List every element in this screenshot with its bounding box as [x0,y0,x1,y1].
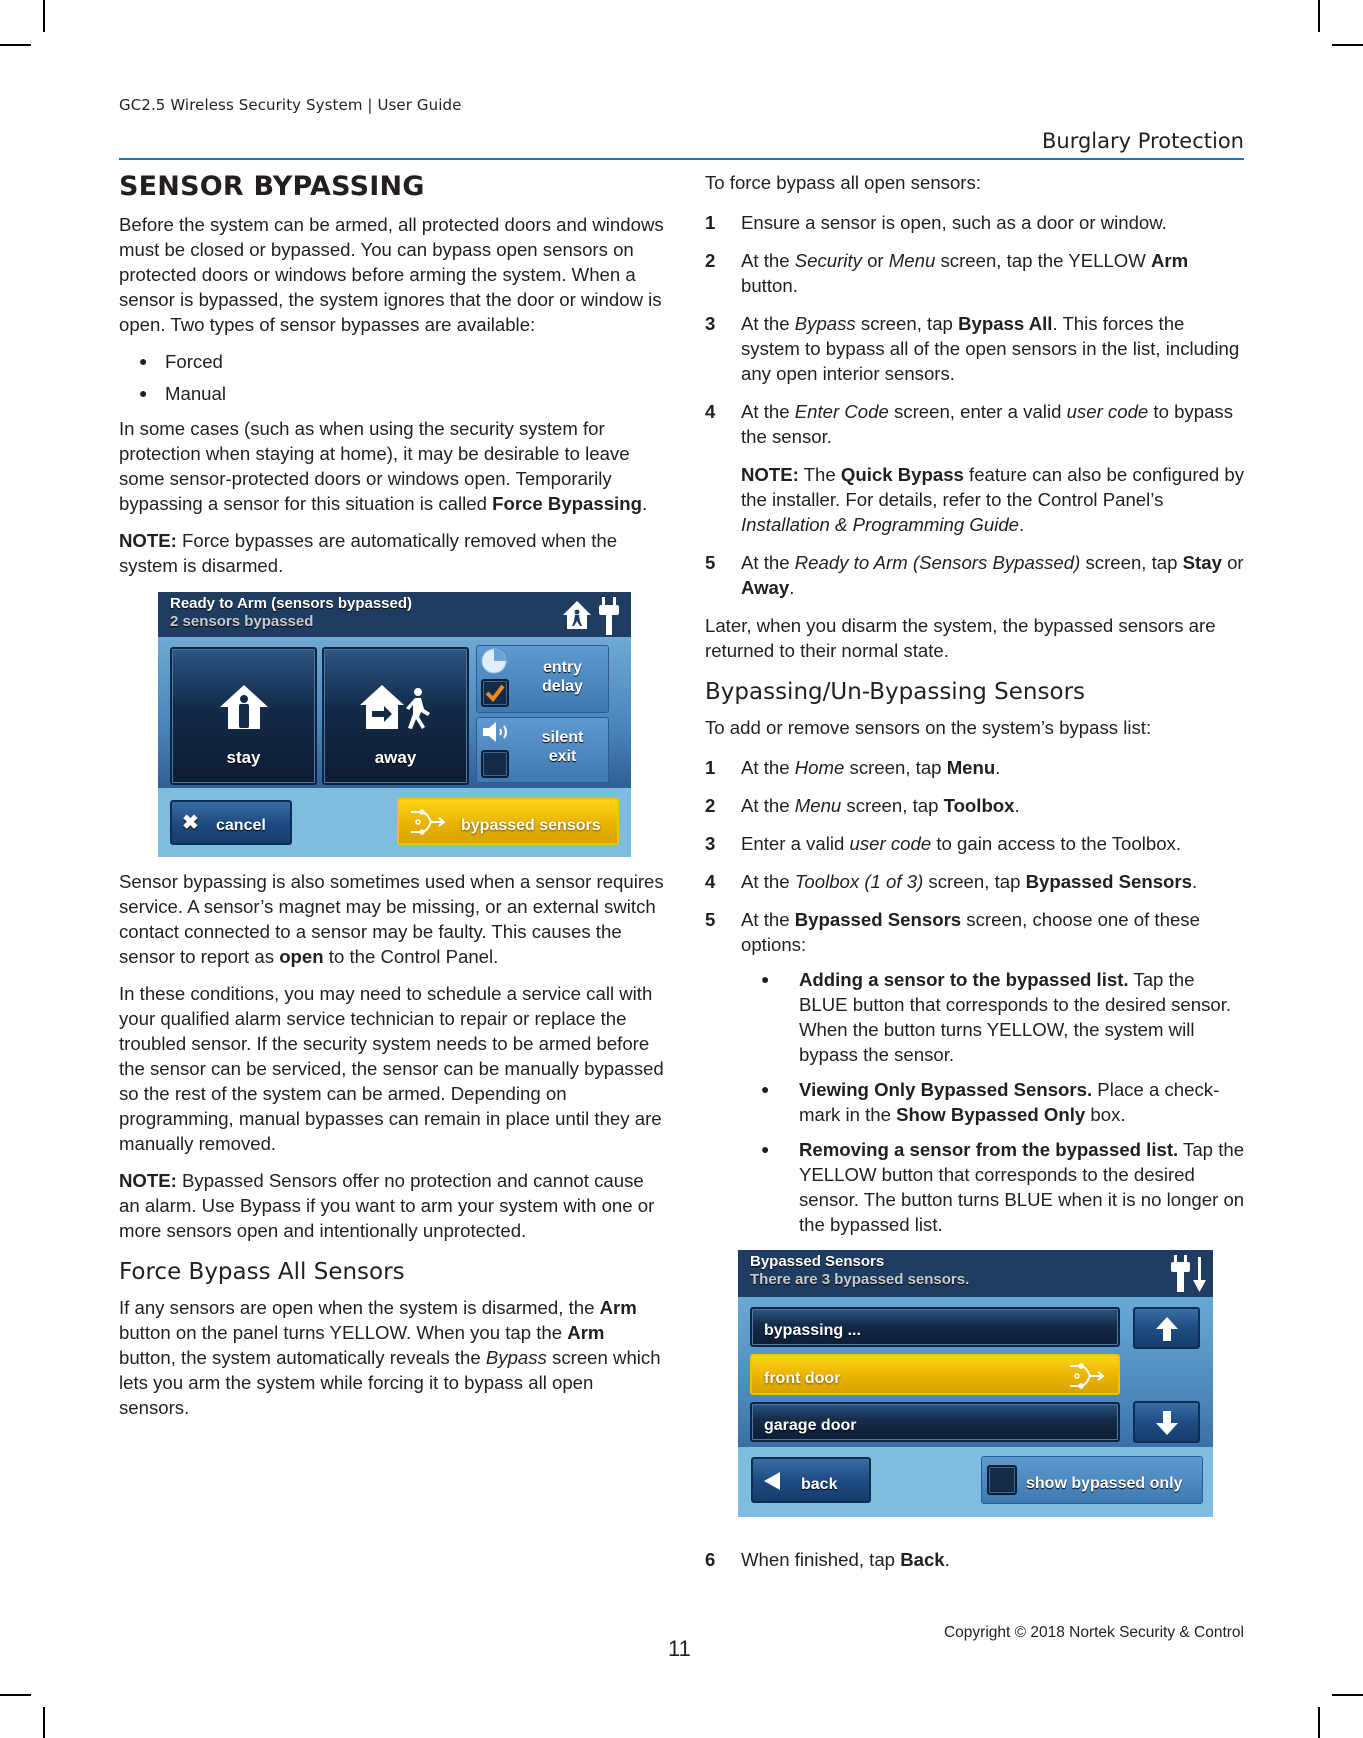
left-column: SENSOR BYPASSING Before the system can b… [119,170,664,1432]
panel-title: Ready to Arm (sensors bypassed) [170,595,413,612]
show-bypassed-only-toggle[interactable]: show bypassed only [981,1456,1203,1504]
close-icon: ✖ [182,812,199,834]
option-item: Adding a sensor to the bypassed list. Ta… [761,967,1245,1067]
stay-label: stay [226,748,261,767]
arm-mode-area: stay away entry delay silent exit [158,637,631,788]
force-bypass-all-paragraph: If any sensors are open when the system … [119,1297,661,1418]
section-title: Burglary Protection [1042,129,1244,153]
clock-icon [481,648,507,680]
step-item: 1 Ensure a sensor is open, such as a door… [705,212,1167,233]
note-quick-bypass: NOTE: The Quick Bypass feature can also … [741,464,1244,535]
crop-mark [43,0,45,32]
silent-exit-option[interactable]: silent exit [476,717,609,783]
bypass-panel-footer: back show bypassed only [738,1447,1213,1517]
ac-power-icon [597,597,621,641]
page-number: 11 [668,1636,691,1661]
show-bypassed-only-checkbox[interactable] [987,1465,1017,1495]
away-button[interactable]: away [322,647,469,785]
crop-mark [0,1694,31,1696]
force-bypass-intro: To force bypass all open sensors: [705,172,981,193]
bypassed-sensors-screen: Bypassed Sensors There are 3 bypassed se… [738,1250,1213,1517]
step-item: 2 At the Menu screen, tap Toolbox. [705,795,1020,816]
list-item: Manual [139,381,664,406]
force-bypass-paragraph: In some cases (such as when using the se… [119,418,648,514]
stay-home-icon [218,683,270,737]
cancel-button[interactable]: ✖ cancel [170,800,292,845]
ready-to-arm-screen: Ready to Arm (sensors bypassed) 2 sensor… [158,592,631,857]
panel-header: Bypassed Sensors There are 3 bypassed se… [738,1250,1213,1297]
away-label: away [374,748,417,767]
silent-exit-checkbox[interactable] [481,750,509,778]
arrow-down-icon [1156,1411,1178,1435]
option-item: Viewing Only Bypassed Sensors. Place a c… [761,1077,1245,1127]
bypassed-sensors-button[interactable]: bypassed sensors [397,798,619,845]
crop-mark [1318,0,1320,32]
back-arrow-icon [764,1472,780,1490]
intro-paragraph: Before the system can be armed, all prot… [119,214,664,335]
crop-mark [43,1707,45,1738]
bypassing-unbypassing-heading: Bypassing/Un-Bypassing Sensors [705,679,1086,705]
sensor-button-bypassing[interactable]: bypassing ... [750,1307,1120,1347]
sensor-list-area: bypassing ... front door garage door [738,1297,1213,1447]
back-button[interactable]: back [751,1457,871,1503]
force-bypass-steps-continued: 5 At the Ready to Arm (Sensors Bypassed) … [705,550,1245,600]
force-bypass-steps: 1 Ensure a sensor is open, such as a door… [705,210,1245,449]
step-item: 3 At the Bypass screen, tap Bypass All. T… [705,313,1240,384]
scroll-down-button[interactable] [1133,1401,1200,1443]
manual-bypass-paragraph: In these conditions, you may need to sch… [119,983,664,1154]
step-item: 5 At the Bypassed Sensors screen, choose … [705,907,1245,1237]
crop-mark [0,44,31,46]
entry-delay-checkbox[interactable] [481,679,509,707]
note-force-bypass: NOTE: Force bypasses are automatically r… [119,530,618,576]
step-item: 6 When finished, tap Back. [705,1549,950,1570]
stay-button[interactable]: stay [170,647,317,785]
panel-title: Bypassed Sensors [750,1253,885,1270]
bypass-icon [1068,1362,1108,1396]
arrow-up-icon [1156,1317,1178,1341]
bypassed-sensors-label: bypassed sensors [461,817,601,834]
away-home-icon [358,683,434,737]
home-status-icon [561,599,593,637]
cancel-label: cancel [216,817,266,834]
bypass-options-list: Adding a sensor to the bypassed list. Ta… [761,967,1245,1237]
list-item: Forced [139,349,664,374]
copyright-notice: Copyright © 2018 Nortek Security & Contr… [943,1624,1244,1641]
right-column: To force bypass all open sensors: 1 Ensur… [705,170,1245,1585]
crop-mark [1332,1694,1363,1696]
panel-header: Ready to Arm (sensors bypassed) 2 sensor… [158,592,631,637]
step-item: 4 At the Enter Code screen, enter a valid… [705,401,1234,447]
panel-subtitle: There are 3 bypassed sensors. [750,1271,970,1288]
header-divider [119,158,1244,160]
page-heading: SENSOR BYPASSING [119,171,425,202]
ac-power-scroll-icon [1170,1255,1210,1299]
bypass-types-list: Forced Manual [139,349,664,406]
sensor-button-garage-door[interactable]: garage door [750,1402,1120,1442]
step-item: 2 At the Security or Menu screen, tap the… [705,250,1189,296]
entry-delay-option[interactable]: entry delay [476,645,609,713]
entry-delay-label: entry delay [542,659,583,695]
note-bypassed-sensors: NOTE: Bypassed Sensors offer no protecti… [119,1170,655,1241]
document-title: GC2.5 Wireless Security System | User Gu… [119,96,462,114]
silent-exit-label: silent exit [541,729,584,765]
arm-panel-footer: ✖ cancel bypassed sensors [158,788,631,857]
crop-mark [1332,44,1363,46]
service-paragraph: Sensor bypassing is also sometimes used … [119,871,664,967]
speaker-icon [481,720,515,750]
bypass-list-intro: To add or remove sensors on the system’s… [705,717,1152,738]
sensor-button-front-door[interactable]: front door [750,1354,1120,1395]
bypass-list-steps: 1 At the Home screen, tap Menu. 2 At the M… [705,755,1245,1237]
bypass-icon [409,808,449,842]
checkmark-icon [485,684,505,703]
step-item: 3 Enter a valid user code to gain access … [705,833,1182,854]
crop-mark [1318,1707,1320,1738]
final-step: 6 When finished, tap Back. [705,1547,1245,1572]
disarm-paragraph: Later, when you disarm the system, the b… [705,615,1216,661]
step-item: 4 At the Toolbox (1 of 3) screen, tap Byp… [705,871,1198,892]
scroll-up-button[interactable] [1133,1307,1200,1349]
option-item: Removing a sensor from the bypassed list… [761,1137,1245,1237]
panel-subtitle: 2 sensors bypassed [170,613,314,630]
step-item: 5 At the Ready to Arm (Sensors Bypassed) … [705,552,1244,598]
force-bypass-all-heading: Force Bypass All Sensors [119,1259,405,1285]
step-item: 1 At the Home screen, tap Menu. [705,757,1001,778]
